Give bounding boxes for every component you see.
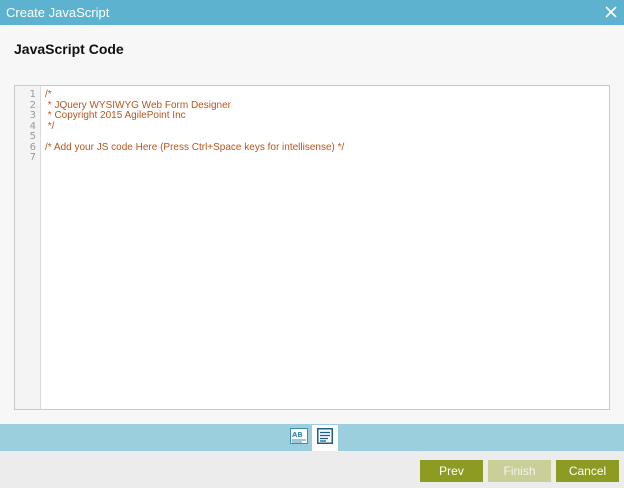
design-view-icon: AB [290, 427, 308, 449]
design-view-tab[interactable]: AB [286, 425, 312, 451]
code-view-icon [317, 427, 333, 449]
svg-text:AB: AB [292, 431, 303, 439]
line-number: 7 [29, 152, 36, 163]
line-number-gutter: 1 2 3 4 5 6 7 [15, 86, 41, 409]
code-line[interactable] [45, 153, 605, 164]
prev-button[interactable]: Prev [420, 460, 483, 482]
code-editor[interactable]: 1 2 3 4 5 6 7 /* * JQuery WYSIWYG Web Fo… [14, 85, 610, 410]
dialog-content: JavaScript Code 1 2 3 4 5 6 7 /* * JQuer… [0, 25, 624, 424]
finish-button[interactable]: Finish [488, 460, 551, 482]
code-view-tab[interactable] [312, 425, 338, 451]
line-number: 5 [29, 131, 36, 142]
code-line[interactable]: /* Add your JS code Here (Press Ctrl+Spa… [45, 142, 605, 154]
line-number: 4 [29, 120, 36, 132]
line-number: 6 [29, 141, 36, 153]
code-line[interactable]: * Copyright 2015 AgilePoint Inc [45, 110, 605, 122]
line-number: 3 [29, 110, 36, 121]
close-icon[interactable] [602, 3, 620, 21]
cancel-button[interactable]: Cancel [556, 460, 619, 482]
view-tab-strip: AB [0, 424, 624, 451]
code-line[interactable] [45, 132, 605, 143]
dialog-titlebar: Create JavaScript [0, 0, 624, 25]
dialog-title: Create JavaScript [6, 5, 110, 20]
line-number: 2 [29, 99, 36, 111]
code-text-area[interactable]: /* * JQuery WYSIWYG Web Form Designer * … [45, 89, 605, 164]
line-number: 1 [29, 89, 36, 100]
code-line[interactable]: */ [45, 121, 605, 133]
code-line[interactable]: /* [45, 89, 605, 101]
page-title: JavaScript Code [14, 41, 124, 57]
dialog-footer: Prev Finish Cancel [0, 451, 624, 488]
